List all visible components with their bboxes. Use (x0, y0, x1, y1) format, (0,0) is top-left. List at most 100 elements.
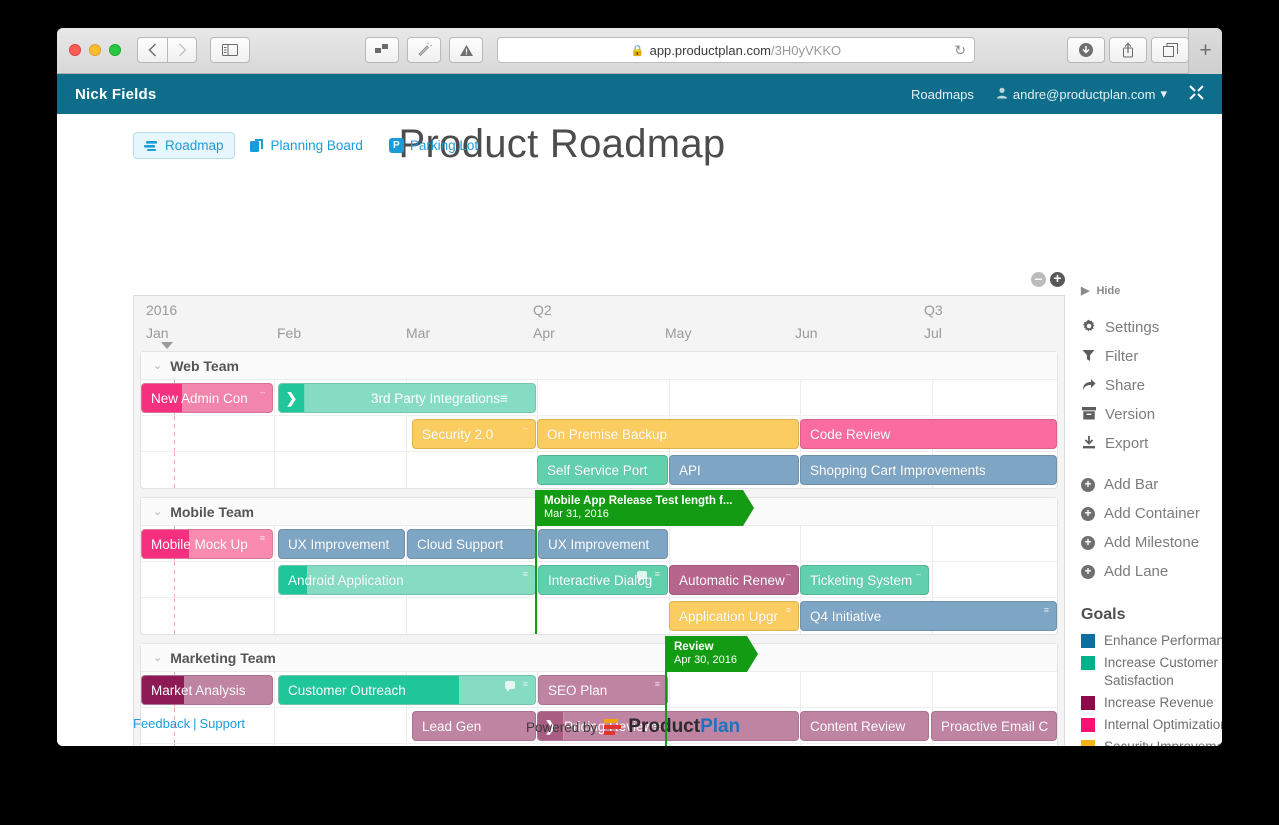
goal-legend-item[interactable]: Increase Customer Satisfaction (1081, 654, 1222, 689)
export-icon (1081, 436, 1096, 452)
milestone[interactable]: Mobile App Release Test length f...Mar 3… (535, 490, 743, 526)
address-bar[interactable]: 🔒 app.productplan.com/3H0yVKKO ↻ (497, 37, 975, 63)
bar-drag-handle[interactable]: – (786, 570, 791, 579)
bar-drag-handle[interactable]: ≡ (260, 534, 265, 543)
zoom-in-button[interactable]: + (1050, 272, 1065, 287)
roadmap-bar[interactable]: Interactive Dialog≡ (538, 565, 668, 595)
zoom-out-button[interactable]: – (1031, 272, 1046, 287)
grid-line (274, 526, 275, 561)
bar-drag-handle[interactable]: – (260, 388, 265, 397)
container-expand-icon[interactable]: ❯ (279, 384, 305, 412)
add-milestone-button[interactable]: + Add Milestone (1081, 534, 1222, 551)
grid-line (932, 526, 933, 561)
lane-title: Mobile Team (170, 504, 254, 520)
timeline-month-label: May (665, 325, 691, 341)
user-icon (996, 87, 1008, 102)
roadmap-bar[interactable]: Shopping Cart Improvements (800, 455, 1057, 485)
tab-overview-icon[interactable] (365, 37, 399, 63)
timeline-month-label: Feb (277, 325, 301, 341)
milestone-date: Apr 30, 2016 (674, 654, 737, 668)
account-menu[interactable]: andre@productplan.com ▾ (996, 86, 1167, 102)
roadmap-bar[interactable]: Customer Outreach≡ (278, 675, 536, 705)
timeline-month-label: Mar (406, 325, 430, 341)
bar-drag-handle[interactable]: – (916, 570, 921, 579)
back-button[interactable] (137, 37, 167, 63)
roadmap-bar[interactable]: Cloud Support (407, 529, 536, 559)
roadmaps-link[interactable]: Roadmaps (911, 87, 974, 102)
reader-mode-icon[interactable] (407, 37, 441, 63)
lane-header[interactable]: ⌄ Web Team (141, 352, 1057, 380)
tab-planning-board[interactable]: Planning Board (239, 132, 374, 159)
roadmap-bar[interactable]: SEO Plan≡ (538, 675, 668, 705)
new-tab-button[interactable]: + (1188, 28, 1222, 74)
tab-parking-lot[interactable]: P Parking Lot (378, 132, 489, 159)
roadmap-bar[interactable]: Self Service Port (537, 455, 668, 485)
brand-blue: Plan (700, 716, 740, 737)
roadmap-bar[interactable]: On Premise Backup (537, 419, 799, 449)
bar-drag-handle[interactable]: ≡ (1044, 606, 1049, 615)
forward-button[interactable] (167, 37, 197, 63)
roadmap-bar[interactable]: Automatic Renew– (669, 565, 799, 595)
sidebar-item-export[interactable]: Export (1081, 435, 1222, 452)
add-bar-button[interactable]: + Add Bar (1081, 476, 1222, 493)
roadmap-bar[interactable]: Application Upgr≡ (669, 601, 799, 631)
bar-label: Content Review (801, 719, 905, 734)
roadmap-bar[interactable]: Market Analysis (141, 675, 273, 705)
tab-planning-board-label: Planning Board (271, 138, 363, 153)
roadmap-bar[interactable]: Mobile Mock Up≡ (141, 529, 273, 559)
add-lane-button[interactable]: + Add Lane (1081, 563, 1222, 580)
bar-comment-icon[interactable] (637, 571, 647, 579)
sidebar-item-version[interactable]: Version (1081, 406, 1222, 423)
roadmap-bar[interactable]: New Admin Con– (141, 383, 273, 413)
add-container-button[interactable]: + Add Container (1081, 505, 1222, 522)
bar-comment-icon[interactable] (505, 681, 515, 689)
bar-drag-handle[interactable]: – (523, 424, 528, 433)
share-icon[interactable] (1109, 37, 1147, 63)
fullscreen-icon[interactable] (1189, 85, 1204, 104)
roadmap-bar[interactable]: Q4 Initiative≡ (800, 601, 1057, 631)
bar-drag-handle[interactable]: ≡ (655, 570, 660, 579)
roadmap-bar[interactable]: Android Application≡ (278, 565, 536, 595)
tab-roadmap[interactable]: Roadmap (133, 132, 235, 159)
productplan-logo-icon (604, 719, 621, 735)
today-line (174, 598, 175, 634)
timeline-month-label: Jul (924, 325, 942, 341)
support-link[interactable]: Support (199, 716, 245, 731)
roadmap-bar[interactable]: Security 2.0– (412, 419, 536, 449)
goal-legend-item[interactable]: Enhance Performance (1081, 632, 1222, 649)
bar-drag-handle[interactable]: ≡ (523, 570, 528, 579)
roadmap-container-bar[interactable]: ❯3rd Party Integrations≡ (278, 383, 536, 413)
milestone[interactable]: ReviewApr 30, 2016 (665, 636, 747, 672)
sidebar-item-settings[interactable]: Settings (1081, 319, 1222, 336)
sidebar-item-filter[interactable]: Filter (1081, 348, 1222, 365)
roadmap-canvas[interactable]: 2016Q2Q3JanFebMarAprMayJunJul ⌄Web TeamN… (133, 295, 1065, 746)
show-tabs-icon[interactable] (1151, 37, 1189, 63)
feedback-link[interactable]: Feedback (133, 716, 190, 731)
sidebar-item-settings-label: Settings (1105, 319, 1159, 336)
roadmap-bar[interactable]: API (669, 455, 799, 485)
lane-collapse-icon[interactable]: ⌄ (153, 505, 162, 518)
bar-drag-handle[interactable]: ≡ (786, 606, 791, 615)
sidebar-item-share[interactable]: Share (1081, 377, 1222, 394)
timeline-quarter-label: 2016 (146, 302, 177, 318)
close-window-button[interactable] (69, 44, 81, 56)
downloads-icon[interactable] (1067, 37, 1105, 63)
sidebar-toggle-button[interactable] (210, 37, 250, 63)
maximize-window-button[interactable] (109, 44, 121, 56)
bar-drag-handle[interactable]: ≡ (655, 680, 660, 689)
minimize-window-button[interactable] (89, 44, 101, 56)
warning-icon[interactable] (449, 37, 483, 63)
roadmap-bar[interactable]: Ticketing System– (800, 565, 929, 595)
hide-sidebar-toggle[interactable]: ▶ Hide (1081, 284, 1222, 297)
lane-collapse-icon[interactable]: ⌄ (153, 359, 162, 372)
bar-label: Interactive Dialog (539, 573, 652, 588)
lane-collapse-icon[interactable]: ⌄ (153, 651, 162, 664)
roadmap-bar[interactable]: UX Improvement (538, 529, 668, 559)
reload-icon[interactable]: ↻ (954, 42, 966, 59)
bar-drag-handle[interactable]: ≡ (523, 680, 528, 689)
roadmap-bar[interactable]: UX Improvement (278, 529, 405, 559)
roadmap-bar[interactable]: Code Review (800, 419, 1057, 449)
bar-drag-handle[interactable]: ≡ (500, 391, 508, 406)
lane-header[interactable]: ⌄Marketing Team (141, 644, 1057, 672)
lane-title: Web Team (170, 358, 239, 374)
